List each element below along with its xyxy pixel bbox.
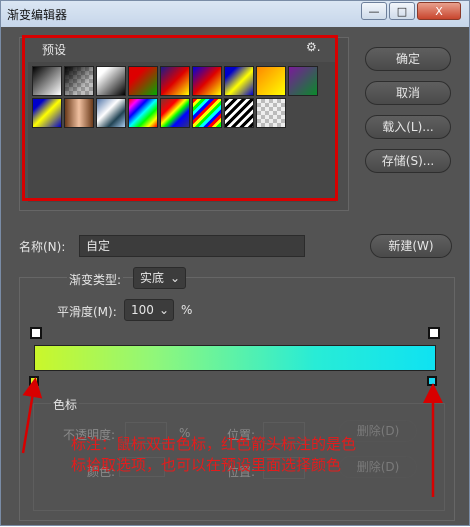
gradient-editor-window: 渐变编辑器 — □ X 预设 ⚙. 确定 取消 载入(L)... 存储(S)..… xyxy=(0,0,470,526)
left-arrow xyxy=(21,377,43,454)
annotation-arrows xyxy=(21,377,443,497)
